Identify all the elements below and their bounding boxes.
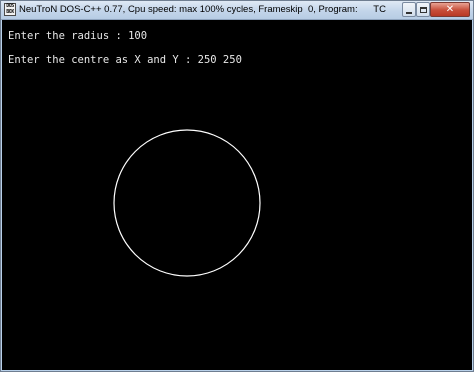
close-icon: ✕ bbox=[445, 4, 455, 15]
app-icon-label: DOS BOX bbox=[6, 3, 14, 15]
minimize-button[interactable] bbox=[402, 2, 416, 17]
dos-screen[interactable]: Enter the radius : 100 Enter the centre … bbox=[2, 20, 472, 370]
dosbox-app-icon[interactable]: DOS BOX bbox=[4, 3, 16, 16]
drawn-circle bbox=[113, 129, 261, 277]
dosbox-window: DOS BOX NeuTroN DOS-C++ 0.77, Cpu speed:… bbox=[0, 0, 474, 372]
close-button[interactable]: ✕ bbox=[430, 2, 470, 17]
title-bar[interactable]: DOS BOX NeuTroN DOS-C++ 0.77, Cpu speed:… bbox=[1, 1, 473, 20]
maximize-icon bbox=[417, 3, 429, 16]
maximize-button[interactable] bbox=[416, 2, 430, 17]
minimize-icon bbox=[403, 3, 415, 16]
window-title: NeuTroN DOS-C++ 0.77, Cpu speed: max 100… bbox=[19, 4, 386, 15]
graphics-canvas bbox=[113, 129, 261, 277]
